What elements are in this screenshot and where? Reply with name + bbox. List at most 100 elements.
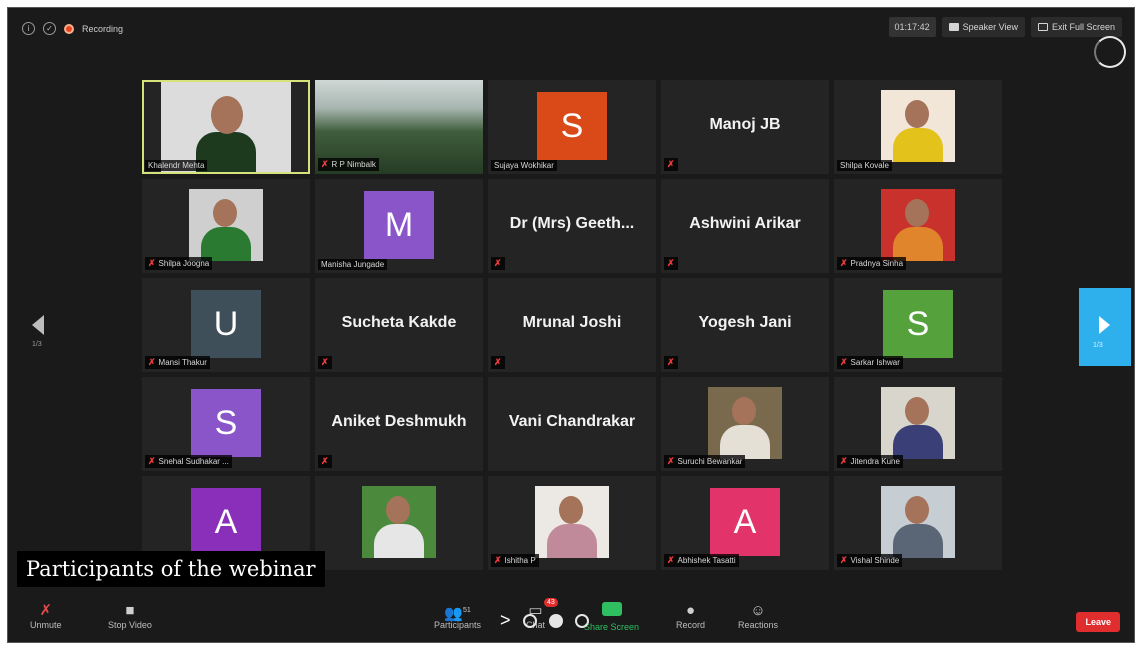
speaker-view-icon (948, 23, 959, 31)
participant-tile[interactable]: ✗ Pradnya Sinha (834, 179, 1002, 273)
participant-tile[interactable]: M Manisha Jungade (315, 179, 483, 273)
participant-tile[interactable]: S ✗ Sarkar Ishwar (834, 278, 1002, 372)
participant-tile[interactable]: A ✗ Abhishek Tasatti (661, 476, 829, 570)
participant-name-tag: ✗ Shilpa Joogna (145, 257, 213, 270)
participant-name-label: Vishal Shinde (850, 556, 900, 565)
play-icon[interactable]: > (500, 610, 511, 631)
participant-display-name: Aniket Deshmukh (331, 413, 467, 430)
participant-tile[interactable]: ✗ Ishitha P (488, 476, 656, 570)
participant-display-name: Ashwini Arikar (689, 215, 801, 232)
microphone-muted-icon: ✗ (39, 602, 53, 619)
speaker-view-label: Speaker View (962, 22, 1018, 32)
participant-tile[interactable]: U ✗ Mansi Thakur (142, 278, 310, 372)
view-controls: 01:17:42 Speaker View Exit Full Screen (888, 17, 1122, 37)
microphone-muted-icon: ✗ (840, 357, 848, 367)
microphone-muted-icon: ✗ (148, 456, 156, 466)
microphone-muted-icon: ✗ (667, 357, 675, 367)
participant-tile[interactable]: S Sujaya Wokhikar (488, 80, 656, 174)
participant-tile[interactable]: Aniket Deshmukh ✗ (315, 377, 483, 471)
reactions-icon: ☺ (750, 602, 766, 619)
participant-name-label: Sarkar Ishwar (850, 358, 900, 367)
participant-video (881, 90, 955, 162)
participant-name-label: R P Nimbalk (331, 160, 376, 169)
participant-name-tag: ✗ Snehal Sudhakar ... (145, 455, 232, 468)
participant-tile[interactable]: Shilpa Kovale (834, 80, 1002, 174)
participant-tile[interactable]: Yogesh Jani ✗ (661, 278, 829, 372)
participants-button[interactable]: 👥51 Participants (434, 602, 481, 630)
participant-name-label: Sujaya Wokhikar (494, 161, 554, 170)
chevron-right-icon (1099, 316, 1110, 334)
playback-controls: > (500, 610, 589, 631)
participant-tile[interactable]: Ashwini Arikar ✗ (661, 179, 829, 273)
chevron-left-icon (32, 315, 44, 335)
participant-tile[interactable]: Khalendr Mehta (142, 80, 310, 174)
participant-name-tag: ✗ (664, 257, 678, 270)
avatar: M (364, 191, 434, 259)
share-screen-icon (601, 602, 622, 616)
participant-tile[interactable]: ✗ Jitendra Kune (834, 377, 1002, 471)
page-indicator-right: 1/3 (1093, 342, 1103, 349)
participants-count: 51 (462, 607, 471, 614)
participant-tile[interactable]: ✗ Suruchi Bewankar (661, 377, 829, 471)
previous-page-button[interactable]: 1/3 (32, 315, 52, 355)
participant-display-name: Dr (Mrs) Geeth... (509, 215, 635, 232)
exit-full-screen-label: Exit Full Screen (1051, 22, 1115, 32)
participant-name-tag: ✗ (318, 455, 332, 468)
participants-label: Participants (434, 620, 482, 630)
speaker-view-button[interactable]: Speaker View (941, 17, 1025, 37)
microphone-muted-icon: ✗ (321, 159, 329, 169)
participant-display-name: Sucheta Kakde (341, 314, 457, 331)
participant-name-label: Snehal Sudhakar ... (158, 457, 229, 466)
participant-tile[interactable]: Manoj JB ✗ (661, 80, 829, 174)
participant-name-label: Ishitha P (504, 556, 536, 565)
participant-name-label: Manisha Jungade (321, 260, 385, 269)
participant-tile[interactable]: Dr (Mrs) Geeth... ✗ (488, 179, 656, 273)
figure-caption: Participants of the webinar (17, 551, 325, 587)
participant-tile[interactable]: ✗ R P Nimbalk (315, 80, 483, 174)
record-button[interactable]: ● Record (676, 602, 705, 630)
zoom-window: i ✓ Recording 01:17:42 Speaker View Exit… (7, 7, 1135, 643)
participant-display-name: Vani Chandrakar (508, 413, 636, 430)
participant-tile[interactable]: S ✗ Snehal Sudhakar ... (142, 377, 310, 471)
shield-icon[interactable]: ✓ (43, 22, 56, 35)
participant-tile[interactable]: Sucheta Kakde ✗ (315, 278, 483, 372)
participant-name-tag: ✗ Abhishek Tasatti (664, 554, 739, 567)
unmute-button[interactable]: ✗ Unmute (30, 602, 62, 630)
participant-name-label: Khalendr Mehta (148, 161, 205, 170)
microphone-muted-icon: ✗ (840, 258, 848, 268)
participant-tile[interactable]: ✗ Shilpa Joogna (142, 179, 310, 273)
ring-icon-2[interactable] (574, 613, 589, 628)
exit-full-screen-button[interactable]: Exit Full Screen (1030, 17, 1122, 37)
participant-video (535, 486, 609, 558)
meeting-toolbar: ✗ Unmute ■ Stop Video 👥51 Participants ▭… (8, 596, 1134, 644)
participant-display-name: Mrunal Joshi (522, 314, 622, 331)
participant-tile[interactable]: ✗ Vishal Shinde (834, 476, 1002, 570)
next-page-button[interactable]: 1/3 (1079, 288, 1131, 366)
microphone-muted-icon: ✗ (840, 456, 848, 466)
participant-tile[interactable] (315, 476, 483, 570)
participant-tile[interactable]: Vani Chandrakar (488, 377, 656, 471)
participant-name-tag: ✗ (664, 356, 678, 369)
stop-video-button[interactable]: ■ Stop Video (108, 602, 152, 630)
participant-name-tag: ✗ Pradnya Sinha (837, 257, 907, 270)
dot-icon[interactable] (548, 613, 563, 628)
info-icon[interactable]: i (22, 22, 35, 35)
meeting-info: i ✓ Recording (22, 22, 123, 35)
participants-icon: 👥51 (444, 605, 471, 622)
participant-name-tag: Shilpa Kovale (837, 160, 892, 171)
share-screen-button[interactable]: Share Screen (584, 602, 639, 632)
participant-name-label: Pradnya Sinha (850, 259, 904, 268)
participant-grid: Khalendr Mehta ✗ R P Nimbalk S Sujaya Wokhik… (142, 80, 1004, 574)
participant-name-tag: ✗ (491, 356, 505, 369)
microphone-muted-icon: ✗ (148, 357, 156, 367)
participant-tile[interactable]: Mrunal Joshi ✗ (488, 278, 656, 372)
avatar: A (191, 488, 261, 556)
microphone-muted-icon: ✗ (840, 555, 848, 565)
reactions-button[interactable]: ☺ Reactions (738, 602, 778, 630)
leave-button[interactable]: Leave (1076, 612, 1120, 632)
microphone-muted-icon: ✗ (667, 555, 675, 565)
microphone-muted-icon: ✗ (494, 258, 502, 268)
avatar: S (191, 389, 261, 457)
participant-name-tag: Khalendr Mehta (145, 160, 208, 171)
ring-icon[interactable] (522, 613, 537, 628)
